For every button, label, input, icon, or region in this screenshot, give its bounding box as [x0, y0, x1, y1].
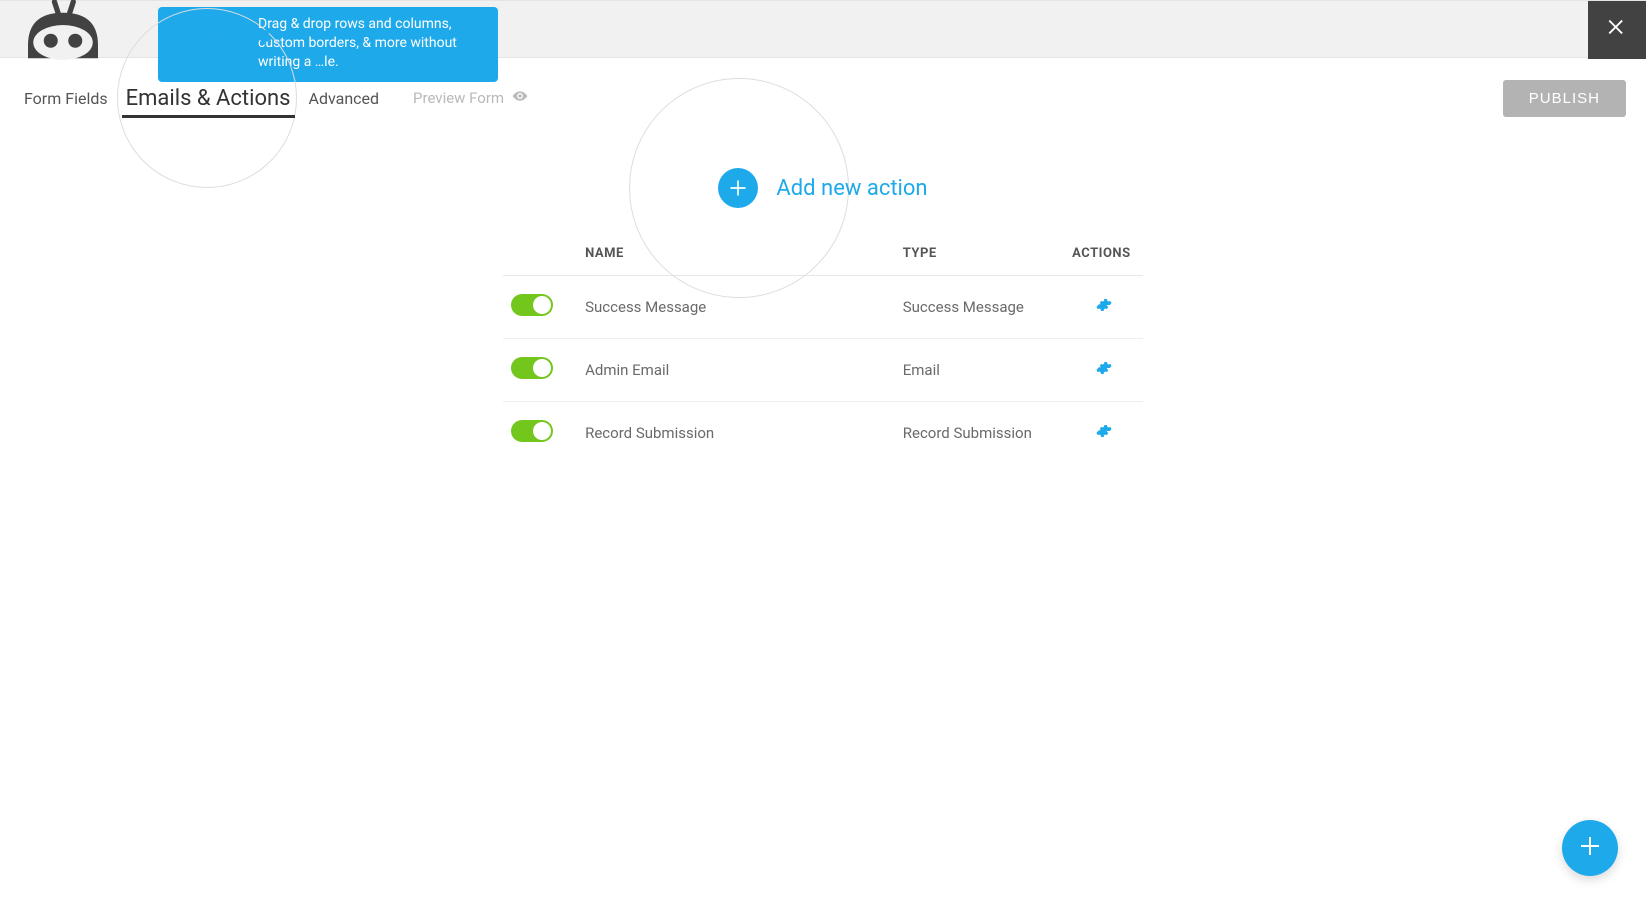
tab-emails-actions[interactable]: Emails & Actions — [122, 78, 295, 118]
add-action-plus-icon[interactable] — [718, 168, 758, 208]
action-type: Email — [895, 339, 1064, 402]
close-icon — [1606, 15, 1628, 45]
table-header-row: NAME TYPE ACTIONS — [503, 236, 1143, 276]
actions-table: NAME TYPE ACTIONS Success MessageSuccess… — [503, 236, 1143, 464]
action-type: Record Submission — [895, 402, 1064, 465]
table-row: Admin EmailEmail — [503, 339, 1143, 402]
gear-icon[interactable] — [1096, 297, 1112, 313]
field-type-label: Single line — [168, 23, 270, 48]
close-button[interactable] — [1588, 1, 1646, 59]
tabs-row: Form Fields Emails & Actions Advanced Pr… — [0, 58, 1646, 138]
eye-icon — [512, 88, 528, 108]
action-name: Record Submission — [577, 402, 895, 465]
action-name: Success Message — [577, 276, 895, 339]
table-row: Record SubmissionRecord Submission — [503, 402, 1143, 465]
action-type: Success Message — [895, 276, 1064, 339]
tab-form-fields[interactable]: Form Fields — [20, 81, 112, 116]
publish-button[interactable]: PUBLISH — [1503, 80, 1626, 117]
actions-panel: Add new action NAME TYPE ACTIONS Success… — [503, 168, 1143, 464]
add-action-label[interactable]: Add new action — [776, 176, 927, 201]
table-row: Success MessageSuccess Message — [503, 276, 1143, 339]
enable-toggle[interactable] — [511, 294, 553, 316]
preview-form-label: Preview Form — [413, 89, 504, 107]
col-name-header: NAME — [577, 236, 895, 276]
preview-form-link[interactable]: Preview Form — [413, 88, 528, 108]
gear-icon[interactable] — [1096, 360, 1112, 376]
enable-toggle[interactable] — [511, 357, 553, 379]
col-type-header: TYPE — [895, 236, 1064, 276]
gear-icon[interactable] — [1096, 423, 1112, 439]
topbar: Single line Drag & drop rows and columns… — [0, 0, 1646, 58]
enable-toggle[interactable] — [511, 420, 553, 442]
action-name: Admin Email — [577, 339, 895, 402]
fab-add-button[interactable] — [1562, 820, 1618, 876]
tab-advanced[interactable]: Advanced — [305, 81, 384, 116]
add-action-row[interactable]: Add new action — [503, 168, 1143, 208]
col-actions-header: ACTIONS — [1064, 236, 1143, 276]
app-logo — [18, 0, 108, 67]
plus-icon — [1578, 832, 1602, 865]
tabs: Form Fields Emails & Actions Advanced Pr… — [20, 78, 1503, 118]
